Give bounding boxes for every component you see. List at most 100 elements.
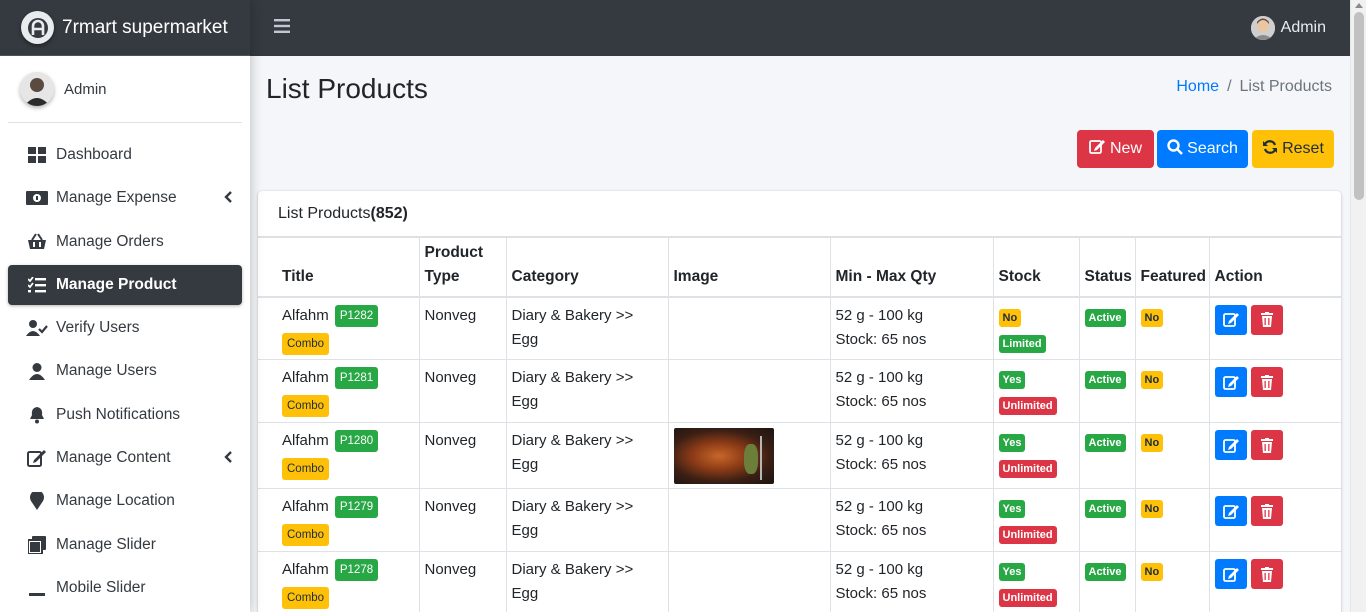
new-button[interactable]: New	[1077, 130, 1154, 168]
delete-button[interactable]	[1250, 304, 1283, 335]
category: Diary & Bakery >> Egg	[505, 488, 669, 552]
column-header[interactable]: Featured	[1134, 237, 1210, 298]
stock-limit-badge[interactable]: Unlimited	[998, 526, 1057, 544]
sidebar-item-label: Verify Users	[56, 319, 140, 337]
status-cell: Active	[1078, 296, 1136, 360]
combo-badge: Combo	[282, 587, 330, 609]
sidebar-item-manage-orders[interactable]: Manage Orders	[8, 222, 242, 262]
stock-status-badge[interactable]: Yes	[998, 500, 1026, 518]
menu-toggle-icon[interactable]	[274, 19, 290, 37]
min-max-qty: 52 g - 100 kg	[835, 432, 924, 449]
status-badge[interactable]: Active	[1084, 371, 1126, 389]
user-panel[interactable]: Admin	[8, 56, 242, 123]
sidebar-item-manage-users[interactable]: Manage Users	[8, 351, 242, 391]
stock-status-badge[interactable]: No	[998, 308, 1022, 327]
stock-limit-badge[interactable]: Limited	[998, 334, 1046, 353]
topbar-user-name: Admin	[1280, 19, 1326, 36]
min-max-qty: 52 g - 100 kg	[835, 306, 924, 324]
sidebar-item-verify-users[interactable]: Verify Users	[8, 308, 242, 348]
money-icon	[26, 187, 48, 209]
sidebar-item-manage-content[interactable]: Manage Content	[8, 438, 242, 478]
trash-icon	[1260, 566, 1273, 582]
min-max-qty: 52 g - 100 kg	[835, 561, 924, 578]
delete-button[interactable]	[1250, 430, 1283, 460]
scroll-up-icon[interactable]	[1355, 3, 1363, 8]
stock-status-badge[interactable]: Yes	[998, 434, 1026, 452]
breadcrumb-separator: /	[1227, 78, 1232, 95]
edit-button[interactable]	[1214, 304, 1247, 335]
column-header[interactable]: Category	[505, 237, 669, 298]
breadcrumb: Home / List Products	[1176, 78, 1332, 96]
combo-badge: Combo	[282, 458, 330, 480]
stock-cell: Yes Unlimited	[992, 422, 1080, 489]
combo-badge: Combo	[282, 332, 330, 355]
chevron-left-icon	[224, 190, 232, 208]
status-badge[interactable]: Active	[1084, 563, 1126, 581]
column-header[interactable]: Stock	[992, 237, 1080, 298]
sidebar-item-label: Manage Product	[56, 275, 177, 293]
featured-badge[interactable]: No	[1140, 500, 1164, 518]
product-title: Alfahm	[282, 306, 329, 324]
edit-button[interactable]	[1214, 559, 1247, 589]
status-badge[interactable]: Active	[1084, 434, 1126, 452]
title-cell: Alfahm P1279 Combo	[258, 488, 420, 552]
breadcrumb-home-link[interactable]: Home	[1176, 78, 1219, 96]
slider-icon	[26, 534, 48, 556]
stock-status-badge[interactable]: Yes	[998, 371, 1026, 389]
column-header[interactable]: Title	[258, 237, 420, 298]
status-badge[interactable]: Active	[1084, 308, 1126, 327]
search-button[interactable]: Search	[1157, 130, 1248, 168]
sidebar-item-label: Manage Content	[56, 449, 171, 467]
sidebar-item-label: Manage Users	[56, 362, 157, 380]
product-title: Alfahm	[282, 369, 329, 386]
featured-badge[interactable]: No	[1140, 434, 1164, 452]
sidebar-item-label: Manage Orders	[56, 232, 164, 250]
sidebar-item-manage-slider[interactable]: Manage Slider	[8, 525, 242, 565]
featured-cell: No	[1134, 551, 1210, 612]
featured-badge[interactable]: No	[1140, 308, 1164, 327]
table-header-row: Title Product Type Category Image Min - …	[258, 237, 1341, 298]
card-header: List Products (852)	[258, 191, 1341, 237]
delete-button[interactable]	[1250, 367, 1283, 397]
new-button-label: New	[1109, 140, 1142, 157]
vertical-scrollbar[interactable]	[1350, 0, 1366, 612]
chevron-left-icon	[224, 450, 232, 468]
edit-icon	[1222, 438, 1239, 453]
status-badge[interactable]: Active	[1084, 500, 1126, 518]
sidebar-item-manage-location[interactable]: Manage Location	[8, 481, 242, 521]
column-header[interactable]: Product Type	[418, 237, 507, 298]
delete-button[interactable]	[1250, 559, 1283, 589]
user-name: Admin	[64, 80, 107, 98]
column-header[interactable]: Image	[667, 237, 831, 298]
column-header[interactable]: Min - Max Qty	[829, 237, 994, 298]
scrollbar-thumb[interactable]	[1354, 12, 1364, 200]
sidebar-item-push-notifications[interactable]: Push Notifications	[8, 395, 242, 435]
column-header[interactable]: Status	[1078, 237, 1136, 298]
title-cell: Alfahm P1282 Combo	[258, 296, 420, 360]
sidebar-item-mobile-slider[interactable]: Mobile Slider	[8, 568, 242, 608]
stock-limit-badge[interactable]: Unlimited	[998, 397, 1057, 415]
featured-badge[interactable]: No	[1140, 563, 1164, 581]
brand-link[interactable]: 7rmart supermarket	[0, 0, 250, 56]
sidebar-item-dashboard[interactable]: Dashboard	[8, 135, 242, 175]
delete-button[interactable]	[1250, 496, 1283, 526]
status-cell: Active	[1078, 488, 1136, 552]
combo-badge: Combo	[282, 524, 330, 546]
column-header[interactable]: Action	[1208, 237, 1341, 298]
topbar-user-menu[interactable]: Admin	[1250, 16, 1326, 40]
edit-icon	[1222, 504, 1239, 519]
edit-button[interactable]	[1214, 367, 1247, 397]
featured-badge[interactable]: No	[1140, 371, 1164, 389]
stock-limit-badge[interactable]: Unlimited	[998, 460, 1057, 478]
stock-status-badge[interactable]: Yes	[998, 563, 1026, 581]
reset-button[interactable]: Reset	[1252, 130, 1334, 168]
sidebar-item-manage-expense[interactable]: Manage Expense	[8, 178, 242, 218]
edit-button[interactable]	[1214, 496, 1247, 526]
edit-button[interactable]	[1214, 430, 1247, 460]
product-code-badge: P1280	[334, 430, 379, 453]
product-count: (852)	[370, 204, 408, 222]
sidebar-item-manage-product[interactable]: Manage Product	[8, 264, 242, 305]
stock-limit-badge[interactable]: Unlimited	[998, 589, 1057, 607]
stock-count: Stock: 65 nos	[835, 330, 927, 348]
featured-cell: No	[1134, 296, 1210, 360]
